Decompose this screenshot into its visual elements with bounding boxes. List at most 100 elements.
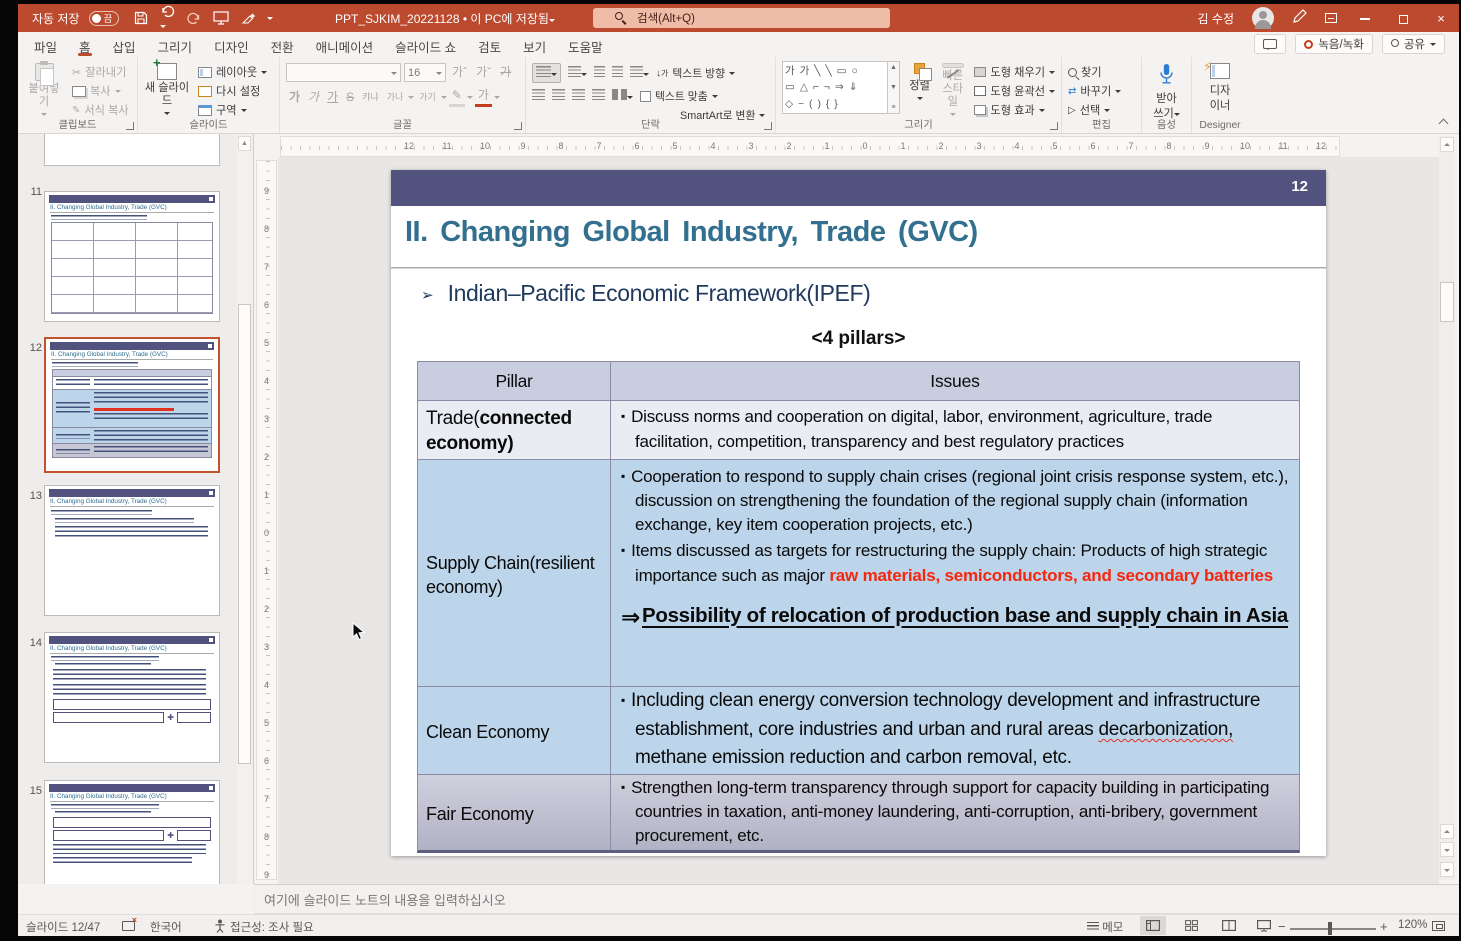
zoom-in-button[interactable]: + <box>1380 919 1388 934</box>
paragraph-dialog-launcher[interactable] <box>764 122 772 130</box>
share-button[interactable]: 공유 <box>1382 34 1445 54</box>
minimize-button[interactable] <box>1355 11 1375 26</box>
slide-subtitle[interactable]: ➢ Indian–Pacific Economic Framework(IPEF… <box>421 280 870 307</box>
ink-pen-icon[interactable] <box>1292 9 1307 27</box>
align-center-button[interactable] <box>552 89 565 103</box>
font-size-combo[interactable]: 16 <box>404 63 446 82</box>
format-painter-icon[interactable] <box>241 11 255 25</box>
zoom-slider-thumb[interactable] <box>1328 922 1332 935</box>
tab-animations[interactable]: 애니메이션 <box>305 32 385 57</box>
pillars-table[interactable]: Pillar Issues Trade(connected economy) ▪… <box>417 361 1300 853</box>
change-case-button[interactable]: 가기 <box>416 89 439 106</box>
find-button[interactable]: 찾기 <box>1068 64 1121 80</box>
zoom-level[interactable]: 120% <box>1398 919 1427 931</box>
increase-indent-button[interactable] <box>612 66 623 80</box>
highlight-button[interactable]: ✎ <box>449 87 465 107</box>
justify-button[interactable] <box>592 89 605 103</box>
thumbnail-slide-14[interactable]: II. Changing Global Industry, Trade (GVC… <box>44 632 220 763</box>
font-color-button[interactable]: 가 <box>475 87 492 107</box>
title-dropdown-icon[interactable] <box>549 19 555 25</box>
font-name-combo[interactable] <box>286 63 401 82</box>
designer-button[interactable]: ⚡ 디자 이너 <box>1198 61 1242 117</box>
copy-button[interactable]: 복사 <box>72 83 129 99</box>
tab-slideshow[interactable]: 슬라이드 쇼 <box>384 32 467 57</box>
slide-sorter-view-button[interactable] <box>1178 916 1204 935</box>
shape-gallery[interactable]: 가 가 ╲ ╲ ▭ ○ ▭ △ ⌐ ¬ ⇒ ⇓ ◇ ~ ( ) { } <box>782 61 888 114</box>
zoom-slider[interactable] <box>1290 928 1376 930</box>
maximize-button[interactable] <box>1393 11 1413 26</box>
slideshow-icon[interactable] <box>213 11 229 25</box>
bullets-button[interactable] <box>532 63 561 83</box>
font-dialog-launcher[interactable] <box>514 122 522 130</box>
next-slide-button[interactable] <box>1440 842 1454 857</box>
replace-button[interactable]: ⇄바꾸기 <box>1068 83 1121 99</box>
reset-button[interactable]: 다시 설정 <box>198 83 267 99</box>
qat-customize-icon[interactable] <box>267 17 273 23</box>
shape-outline-button[interactable]: 도형 윤곽선 <box>974 83 1055 99</box>
tab-draw[interactable]: 그리기 <box>147 32 204 57</box>
bold-button[interactable]: 가 <box>286 89 303 106</box>
shape-gallery-scroll[interactable]: ▲▼≡ <box>888 61 900 114</box>
align-left-button[interactable] <box>532 89 545 103</box>
dictate-button[interactable]: 받아 쓰기 <box>1148 61 1185 117</box>
quick-styles-button[interactable]: 빠른 스타일 <box>939 61 966 117</box>
scroll-up-arrow-icon[interactable]: ▲ <box>238 136 251 151</box>
tab-file[interactable]: 파일 <box>23 32 68 57</box>
underline-button[interactable]: 가 <box>324 89 341 106</box>
notes-toggle-button[interactable]: 메모 <box>1087 919 1123 935</box>
scroll-down-button[interactable] <box>1440 862 1454 877</box>
redo-icon[interactable] <box>187 11 201 25</box>
paste-button[interactable]: 붙여넣기 <box>24 61 64 117</box>
line-spacing-button[interactable] <box>630 66 649 80</box>
slideshow-view-button[interactable] <box>1251 916 1277 935</box>
accessibility-status[interactable]: 접근성: 조사 필요 <box>230 919 314 935</box>
thumbnail-scrollbar[interactable]: ▲ <box>237 134 252 884</box>
table-caption[interactable]: <4 pillars> <box>391 328 1326 350</box>
canvas-scrollbar[interactable] <box>1439 136 1455 880</box>
comments-button[interactable] <box>1254 34 1286 54</box>
autosave-toggle[interactable]: 끔 <box>89 11 120 26</box>
scroll-up-button[interactable] <box>1440 137 1454 152</box>
align-right-button[interactable] <box>572 89 585 103</box>
fit-to-window-button[interactable] <box>1432 919 1445 932</box>
ribbon-display-options-icon[interactable] <box>1325 13 1337 23</box>
tab-home[interactable]: 홈 <box>68 32 102 57</box>
clipboard-dialog-launcher[interactable] <box>126 122 134 130</box>
normal-view-button[interactable] <box>1140 916 1166 935</box>
decrease-indent-button[interactable] <box>594 66 605 80</box>
undo-icon[interactable] <box>160 4 175 32</box>
canvas-scrollbar-thumb[interactable] <box>1440 282 1454 322</box>
sp-check-button[interactable] <box>122 919 135 932</box>
numbering-button[interactable] <box>568 66 587 80</box>
layout-button[interactable]: 레이아웃 <box>198 64 267 80</box>
columns-button[interactable] <box>612 89 633 103</box>
thumbnail-scrollbar-thumb[interactable] <box>238 304 251 764</box>
thumbnail-slide-12-selected[interactable]: II. Changing Global Industry, Trade (GVC… <box>44 337 220 473</box>
close-button[interactable]: × <box>1431 11 1451 26</box>
previous-slide-button[interactable] <box>1440 824 1454 839</box>
strikethrough-button[interactable]: S <box>343 89 357 106</box>
avatar[interactable] <box>1252 7 1274 29</box>
align-text-button[interactable]: 텍스트 맞춤 <box>640 89 718 103</box>
save-icon[interactable] <box>134 11 148 25</box>
thumbnail-slide-10-partial[interactable] <box>44 134 220 166</box>
tab-insert[interactable]: 삽입 <box>102 32 147 57</box>
notes-pane[interactable]: 여기에 슬라이드 노트의 내용을 입력하십시오 <box>254 884 1459 914</box>
undo-dropdown-icon[interactable] <box>160 25 166 31</box>
text-shadow-button[interactable]: 캬냐 <box>359 89 382 106</box>
tab-transitions[interactable]: 전환 <box>260 32 305 57</box>
reading-view-button[interactable] <box>1216 916 1242 935</box>
tab-design[interactable]: 디자인 <box>203 32 260 57</box>
language-indicator[interactable]: 한국어 <box>150 919 182 935</box>
drawing-dialog-launcher[interactable] <box>1050 122 1058 130</box>
zoom-out-button[interactable]: − <box>1278 919 1286 934</box>
char-spacing-button[interactable]: 가나 <box>384 89 407 106</box>
search-box[interactable]: 검색(Alt+Q) <box>593 8 890 28</box>
thumbnail-slide-13[interactable]: II. Changing Global Industry, Trade (GVC… <box>44 485 220 616</box>
grow-font-button[interactable]: 가ˆ <box>449 64 470 81</box>
cut-button[interactable]: ✂잘라내기 <box>72 64 129 80</box>
slide-title[interactable]: II. Changing Global Industry, Trade (GVC… <box>405 216 978 249</box>
thumbnail-slide-15[interactable]: II. Changing Global Industry, Trade (GVC… <box>44 780 220 884</box>
new-slide-button[interactable]: 새 슬라이드 <box>144 61 190 117</box>
text-direction-button[interactable]: ↓가텍스트 방향 <box>656 66 735 80</box>
